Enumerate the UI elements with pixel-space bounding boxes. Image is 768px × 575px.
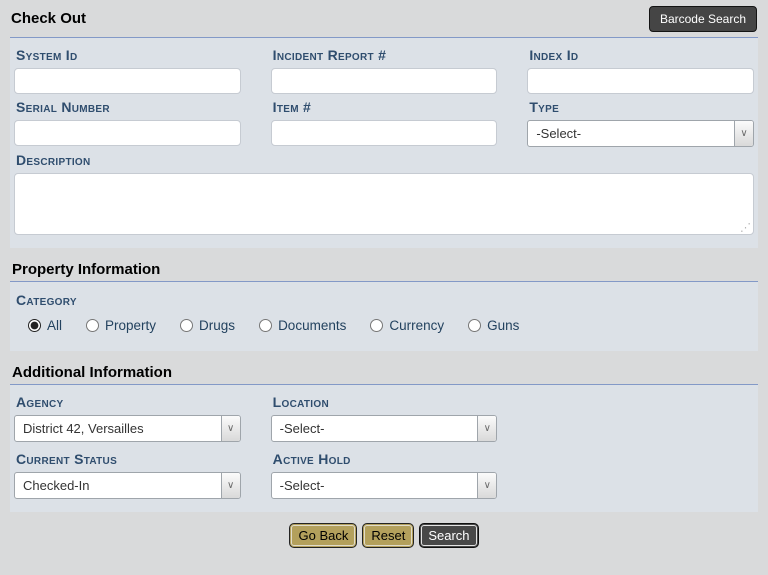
- index-id-field: Index Id: [527, 42, 754, 94]
- go-back-button[interactable]: Go Back: [289, 523, 357, 548]
- active-hold-field: Active Hold -Select- ∨: [271, 446, 498, 499]
- category-radio-currency[interactable]: [370, 319, 383, 332]
- agency-label: Agency: [16, 395, 241, 409]
- serial-number-label: Serial Number: [16, 100, 241, 114]
- page-header: Check Out Barcode Search: [10, 0, 758, 37]
- category-radio-drugs[interactable]: [180, 319, 193, 332]
- category-option-property[interactable]: Property: [86, 318, 156, 333]
- reset-label: Reset: [364, 525, 412, 546]
- category-label: Category: [16, 292, 754, 308]
- type-label: Type: [529, 100, 754, 114]
- system-id-label: System Id: [16, 48, 241, 62]
- go-back-label: Go Back: [291, 525, 355, 546]
- search-fields-panel: System Id Incident Report # Index Id Ser…: [10, 37, 758, 248]
- category-option-label: Documents: [278, 318, 346, 333]
- reset-button[interactable]: Reset: [362, 523, 414, 548]
- active-hold-select[interactable]: -Select-: [271, 472, 498, 499]
- system-id-field: System Id: [14, 42, 241, 94]
- category-radio-property[interactable]: [86, 319, 99, 332]
- category-option-label: Guns: [487, 318, 519, 333]
- category-radio-group: All Property Drugs Documents Currency Gu…: [28, 318, 754, 333]
- serial-number-field: Serial Number: [14, 94, 241, 147]
- category-option-currency[interactable]: Currency: [370, 318, 444, 333]
- additional-information-panel: Agency District 42, Versailles ∨ Locatio…: [10, 384, 758, 512]
- category-option-guns[interactable]: Guns: [468, 318, 519, 333]
- category-radio-guns[interactable]: [468, 319, 481, 332]
- location-label: Location: [273, 395, 498, 409]
- page-title: Check Out: [11, 10, 86, 27]
- category-option-all[interactable]: All: [28, 318, 62, 333]
- serial-number-input[interactable]: [14, 120, 241, 146]
- category-option-documents[interactable]: Documents: [259, 318, 346, 333]
- category-radio-all[interactable]: [28, 319, 41, 332]
- category-option-label: Property: [105, 318, 156, 333]
- incident-report-field: Incident Report #: [271, 42, 498, 94]
- type-select[interactable]: -Select-: [527, 120, 754, 147]
- category-option-label: All: [47, 318, 62, 333]
- current-status-label: Current Status: [16, 452, 241, 466]
- agency-field: Agency District 42, Versailles ∨: [14, 389, 241, 442]
- description-textarea[interactable]: [14, 173, 754, 235]
- item-number-label: Item #: [273, 100, 498, 114]
- category-radio-documents[interactable]: [259, 319, 272, 332]
- form-actions: Go Back Reset Search: [10, 523, 758, 548]
- description-field: Description ⋰: [14, 153, 754, 235]
- property-information-panel: Category All Property Drugs Documents Cu…: [10, 281, 758, 351]
- check-out-page: Check Out Barcode Search System Id Incid…: [0, 0, 768, 548]
- search-button[interactable]: Search: [419, 523, 478, 548]
- category-option-label: Drugs: [199, 318, 235, 333]
- current-status-select[interactable]: Checked-In: [14, 472, 241, 499]
- item-number-field: Item #: [271, 94, 498, 147]
- item-number-input[interactable]: [271, 120, 498, 146]
- category-option-drugs[interactable]: Drugs: [180, 318, 235, 333]
- active-hold-label: Active Hold: [273, 452, 498, 466]
- additional-information-heading: Additional Information: [12, 364, 756, 381]
- description-label: Description: [16, 153, 754, 167]
- barcode-search-button[interactable]: Barcode Search: [649, 6, 757, 32]
- type-field: Type -Select- ∨: [527, 94, 754, 147]
- agency-select[interactable]: District 42, Versailles: [14, 415, 241, 442]
- index-id-label: Index Id: [529, 48, 754, 62]
- location-field: Location -Select- ∨: [271, 389, 498, 442]
- system-id-input[interactable]: [14, 68, 241, 94]
- incident-report-input[interactable]: [271, 68, 498, 94]
- category-option-label: Currency: [389, 318, 444, 333]
- current-status-field: Current Status Checked-In ∨: [14, 446, 241, 499]
- search-label: Search: [421, 525, 476, 546]
- location-select[interactable]: -Select-: [271, 415, 498, 442]
- property-information-heading: Property Information: [12, 261, 756, 278]
- index-id-input[interactable]: [527, 68, 754, 94]
- incident-report-label: Incident Report #: [273, 48, 498, 62]
